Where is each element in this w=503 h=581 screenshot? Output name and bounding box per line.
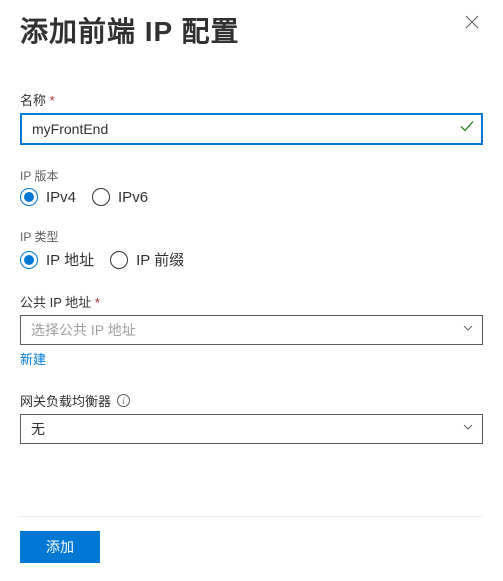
select-placeholder: 选择公共 IP 地址 (31, 320, 136, 340)
name-input[interactable] (20, 113, 483, 145)
select-value: 无 (31, 419, 45, 439)
public-ip-label: 公共 IP 地址 (20, 292, 483, 311)
public-ip-select[interactable]: 选择公共 IP 地址 (20, 315, 483, 345)
add-button[interactable]: 添加 (20, 531, 100, 563)
panel-title: 添加前端 IP 配置 (20, 10, 240, 50)
radio-selected-icon (20, 251, 38, 269)
radio-label: IP 前缀 (136, 249, 184, 270)
ip-version-ipv6[interactable]: IPv6 (92, 188, 148, 206)
radio-selected-icon (20, 188, 38, 206)
radio-label: IPv4 (46, 189, 76, 206)
name-label: 名称 (20, 90, 483, 109)
ip-type-prefix[interactable]: IP 前缀 (110, 249, 184, 270)
chevron-down-icon (462, 420, 474, 438)
checkmark-icon (459, 119, 475, 140)
info-icon[interactable]: i (117, 394, 130, 407)
ip-version-ipv4[interactable]: IPv4 (20, 188, 76, 206)
gateway-lb-label: 网关负载均衡器 (20, 391, 111, 410)
chevron-down-icon (462, 321, 474, 339)
radio-unselected-icon (110, 251, 128, 269)
ip-type-address[interactable]: IP 地址 (20, 249, 94, 270)
ip-type-label: IP 类型 (20, 228, 483, 245)
gateway-lb-select[interactable]: 无 (20, 414, 483, 444)
ip-version-label: IP 版本 (20, 167, 483, 184)
radio-label: IP 地址 (46, 249, 94, 270)
close-icon[interactable] (461, 10, 483, 36)
radio-unselected-icon (92, 188, 110, 206)
radio-label: IPv6 (118, 189, 148, 206)
create-new-link[interactable]: 新建 (20, 349, 46, 368)
